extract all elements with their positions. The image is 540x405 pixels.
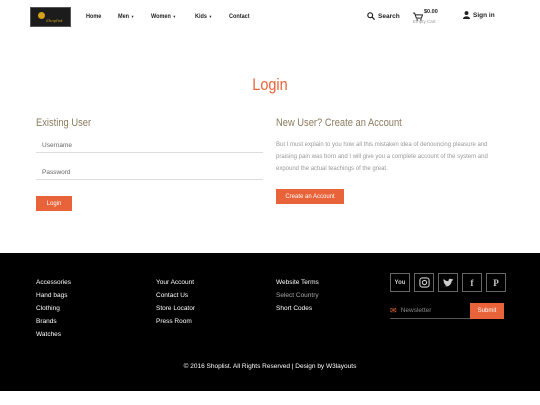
social-links: You f P [390, 273, 506, 292]
login-button[interactable]: Login [36, 196, 72, 211]
newsletter-field: ✉ [390, 303, 470, 319]
footer-link[interactable]: Accessories [36, 276, 71, 289]
search-label: Search [378, 12, 400, 20]
main-nav: Home Men ▼ Women ▼ Kids ▼ Contact [86, 13, 267, 20]
nav-women[interactable]: Women ▼ [151, 13, 176, 20]
footer-link[interactable]: Website Terms [276, 276, 319, 289]
nav-contact[interactable]: Contact [229, 13, 250, 20]
nav-kids[interactable]: Kids ▼ [195, 13, 212, 20]
cart-button[interactable]: $0.00 Empty Cart [413, 8, 438, 26]
footer-links-site: Website Terms Select Country Short Codes [276, 276, 319, 315]
search-button[interactable]: Search [367, 12, 400, 20]
site-logo[interactable]: Shoplist [30, 7, 71, 27]
site-header: Shoplist Home Men ▼ Women ▼ Kids ▼ Conta… [0, 0, 540, 40]
new-user-heading: New User? Create an Account [276, 117, 402, 129]
page-title: Login [252, 75, 288, 94]
new-user-description: But I must explain to you how all this m… [276, 142, 488, 172]
cart-status: Empty Cart [413, 19, 436, 24]
facebook-icon[interactable]: f [462, 273, 482, 292]
password-input[interactable] [36, 166, 263, 180]
copyright-text: © 2016 Shoplist. All Rights Reserved | D… [183, 363, 357, 370]
footer-link[interactable]: Your Account [156, 276, 195, 289]
footer-links-account: Your Account Contact Us Store Locator Pr… [156, 276, 195, 328]
instagram-icon[interactable] [414, 273, 434, 292]
footer-link[interactable]: Contact Us [156, 289, 195, 302]
signin-label: Sign in [473, 11, 495, 19]
mail-icon: ✉ [390, 306, 397, 315]
caret-down-icon: ▼ [171, 14, 177, 19]
footer-link[interactable]: Hand bags [36, 289, 71, 302]
create-account-button[interactable]: Create an Account [276, 189, 344, 204]
cart-price: $0.00 [424, 9, 438, 15]
pinterest-icon[interactable]: P [486, 273, 506, 292]
site-footer: Accessories Hand bags Clothing Brands Wa… [0, 253, 540, 391]
search-icon [367, 12, 375, 20]
footer-link[interactable]: Brands [36, 315, 71, 328]
signin-link[interactable]: Sign in [463, 11, 495, 19]
logo-text: Shoplist [46, 18, 63, 23]
user-icon [463, 11, 470, 19]
footer-links-shop: Accessories Hand bags Clothing Brands Wa… [36, 276, 71, 341]
existing-user-heading: Existing User [36, 117, 92, 129]
newsletter-submit-button[interactable]: Submit [470, 303, 504, 319]
newsletter-input[interactable] [400, 307, 461, 314]
footer-link[interactable]: Press Room [156, 315, 195, 328]
footer-link[interactable]: Select Country [276, 289, 319, 302]
nav-home[interactable]: Home [86, 13, 101, 20]
youtube-icon[interactable]: You [390, 273, 410, 292]
username-input[interactable] [36, 139, 263, 153]
caret-down-icon: ▼ [129, 14, 135, 19]
nav-men[interactable]: Men ▼ [118, 13, 134, 20]
footer-link[interactable]: Clothing [36, 302, 71, 315]
twitter-icon[interactable] [438, 273, 458, 292]
footer-link[interactable]: Store Locator [156, 302, 195, 315]
footer-link[interactable]: Watches [36, 328, 71, 341]
logo-emblem [38, 12, 45, 19]
caret-down-icon: ▼ [207, 14, 212, 19]
footer-link[interactable]: Short Codes [276, 302, 319, 315]
